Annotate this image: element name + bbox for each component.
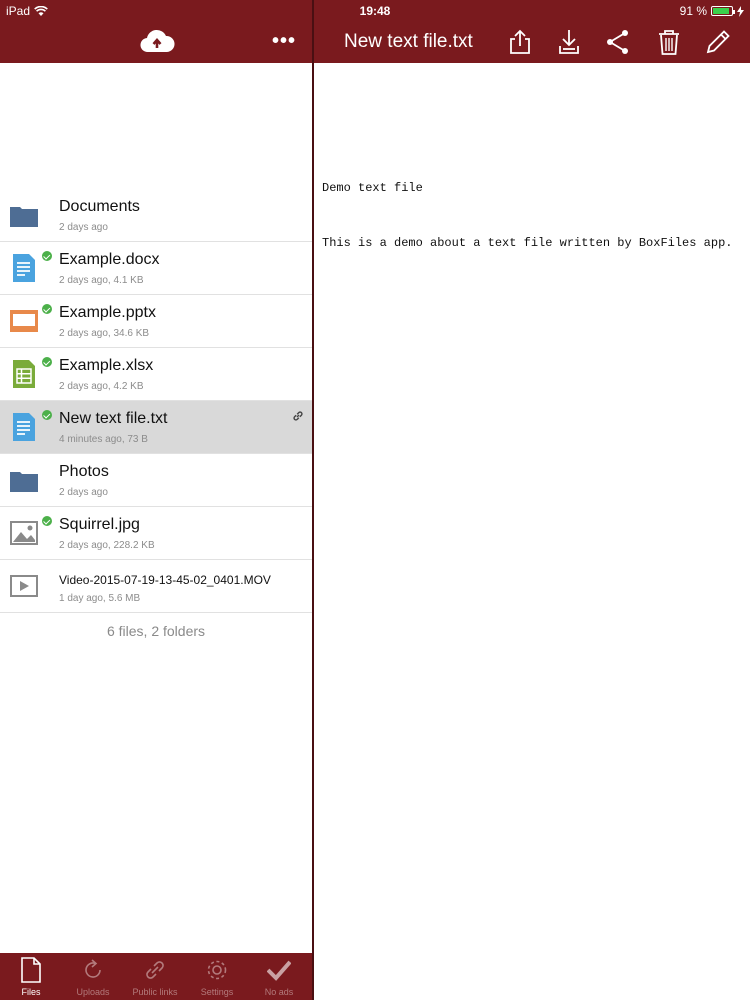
battery-icon [711,6,735,16]
top-bar: iPad 19:48 91 % ••• New text file.txt [0,0,750,63]
synced-icon [42,357,52,367]
tab-label: Public links [132,987,178,997]
clock: 19:48 [359,4,391,18]
split-divider [312,0,314,1000]
presentation-icon [10,307,38,335]
file-name: Squirrel.jpg [59,516,140,533]
tab-public-links[interactable]: Public links [124,953,186,1000]
tab-settings[interactable]: Settings [186,953,248,1000]
file-meta: 2 days ago, 228.2 KB [59,540,155,551]
trash-icon[interactable] [655,28,683,56]
file-row[interactable]: Photos 2 days ago [0,454,312,507]
file-meta: 2 days ago [59,487,108,498]
folder-icon [10,201,38,229]
file-row[interactable]: Example.docx 2 days ago, 4.1 KB [0,242,312,295]
synced-icon [42,304,52,314]
text-file-icon [10,413,38,441]
preview-header: New text file.txt [314,22,750,63]
file-name: New text file.txt [59,410,168,427]
synced-icon [42,516,52,526]
charging-icon [737,5,744,17]
preview-title: New text file.txt [344,31,473,52]
file-meta: 4 minutes ago, 73 B [59,434,148,445]
synced-icon [42,251,52,261]
file-row[interactable]: Video-2015-07-19-13-45-02_0401.MOV 1 day … [0,560,312,613]
file-row[interactable]: Squirrel.jpg 2 days ago, 228.2 KB [0,507,312,560]
folder-summary: 6 files, 2 folders [106,623,206,639]
upload-icon[interactable] [506,28,534,56]
download-icon[interactable] [555,28,583,56]
tab-label: Files [21,987,41,997]
file-meta: 2 days ago, 34.6 KB [59,328,150,339]
pencil-icon[interactable] [704,28,732,56]
folder-icon [10,466,38,494]
tab-uploads[interactable]: Uploads [62,953,124,1000]
tab-label: Settings [200,987,234,997]
status-bar: iPad 19:48 91 % [0,0,750,22]
file-name: Photos [59,463,109,480]
battery-label: 91 % [679,4,707,18]
tab-bar: Files Uploads Public links Settings No ads [0,953,312,1000]
files-header: ••• [0,22,312,63]
file-row[interactable]: New text file.txt 4 minutes ago, 73 B [0,401,312,454]
file-name: Documents [59,198,140,215]
file-name: Video-2015-07-19-13-45-02_0401.MOV [59,573,271,587]
file-meta: 1 day ago, 5.6 MB [59,593,141,604]
file-meta: 2 days ago [59,222,108,233]
file-list: Documents 2 days ago Example.docx 2 days ag… [0,63,312,953]
file-row[interactable]: Example.xlsx 2 days ago, 4.2 KB [0,348,312,401]
file-row[interactable]: Documents 2 days ago [0,189,312,242]
file-meta: 2 days ago, 4.2 KB [59,381,144,392]
cloud-icon[interactable] [139,26,175,56]
file-meta: 2 days ago, 4.1 KB [59,275,144,286]
file-name: Example.docx [59,251,160,268]
file-name: Example.pptx [59,304,156,321]
tab-no-ads[interactable]: No ads [248,953,310,1000]
tab-files[interactable]: Files [0,953,62,1000]
document-icon [10,254,38,282]
link-icon [293,411,303,421]
more-button[interactable]: ••• [272,30,296,53]
synced-icon [42,410,52,420]
document-line: This is a demo about a text file written… [322,236,733,250]
spreadsheet-icon [10,360,38,388]
file-name: Example.xlsx [59,357,154,374]
tab-label: Uploads [76,987,110,997]
tab-label: No ads [264,987,294,997]
battery-status: 91 % [680,4,744,18]
video-icon [10,572,38,600]
document-preview: Demo text file This is a demo about a te… [322,153,742,264]
document-line: Demo text file [322,181,423,195]
file-row[interactable]: Example.pptx 2 days ago, 34.6 KB [0,295,312,348]
image-icon [10,519,38,547]
share-icon[interactable] [604,28,632,56]
